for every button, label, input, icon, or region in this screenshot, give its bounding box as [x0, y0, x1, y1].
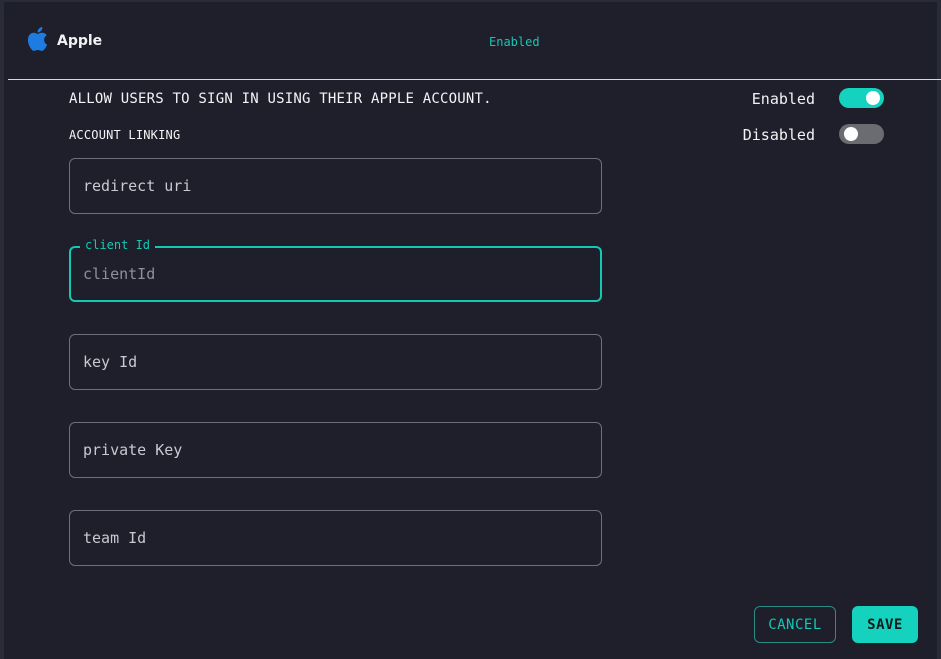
provider-header: Apple Enabled — [8, 4, 941, 80]
key-id-field[interactable] — [69, 334, 602, 390]
client-id-input[interactable] — [71, 248, 600, 300]
toggle-knob — [844, 127, 858, 141]
key-id-input[interactable] — [70, 335, 601, 389]
apple-logo-icon — [27, 27, 47, 51]
provider-name: Apple — [57, 33, 103, 49]
client-id-label: client Id — [80, 238, 156, 252]
allow-signin-toggle[interactable] — [839, 88, 884, 108]
account-linking-label: ACCOUNT LINKING — [69, 128, 181, 142]
redirect-uri-field[interactable] — [69, 158, 602, 214]
provider-status-label: Enabled — [489, 35, 540, 49]
toggle-knob — [866, 91, 880, 105]
client-id-field[interactable]: client Id — [69, 238, 602, 302]
private-key-input[interactable] — [70, 423, 601, 477]
save-button[interactable]: SAVE — [852, 606, 918, 643]
account-linking-toggle[interactable] — [839, 124, 884, 144]
team-id-field[interactable] — [69, 510, 602, 566]
redirect-uri-input[interactable] — [70, 159, 601, 213]
private-key-field[interactable] — [69, 422, 602, 478]
allow-signin-state-label: Enabled — [751, 90, 815, 108]
provider-settings-panel: Apple Enabled ALLOW USERS TO SIGN IN USI… — [0, 0, 941, 659]
cancel-button[interactable]: CANCEL — [754, 606, 836, 643]
account-linking-state-label: Disabled — [742, 126, 815, 144]
allow-signin-label: ALLOW USERS TO SIGN IN USING THEIR APPLE… — [69, 91, 492, 107]
team-id-input[interactable] — [70, 511, 601, 565]
